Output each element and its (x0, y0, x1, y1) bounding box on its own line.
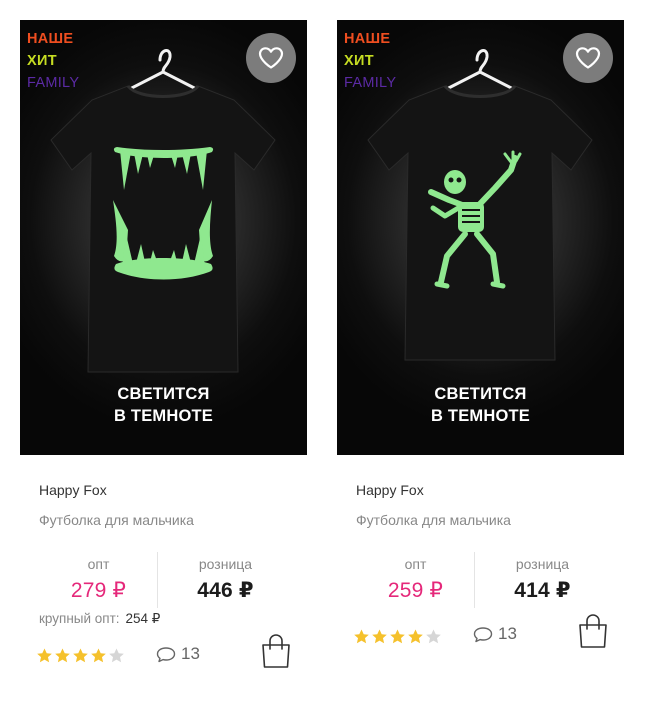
star-filled-icon (55, 648, 70, 663)
badge-family: FAMILY (344, 75, 397, 91)
star-filled-icon (37, 648, 52, 663)
favorite-button[interactable] (246, 33, 296, 83)
reviews-count: 13 (498, 624, 517, 643)
retail-label: розница (198, 556, 253, 572)
favorite-button[interactable] (563, 33, 613, 83)
bulk-price: крупный опт: 254 ₽ (39, 611, 160, 627)
product-badges: НАШЕ ХИТ FAMILY (344, 28, 396, 94)
reviews-link[interactable]: 13 (473, 624, 517, 644)
star-filled-icon (390, 629, 405, 644)
wholesale-value: 279 ₽ (70, 579, 127, 602)
wholesale-price: опт 259 ₽ (347, 550, 484, 603)
caption-line-1: СВЕТИТСЯ (117, 385, 210, 403)
reviews-link[interactable]: 13 (156, 644, 200, 664)
badge-hit: ХИТ (344, 53, 374, 69)
product-image[interactable]: НАШЕ ХИТ FAMILY СВЕТИТСЯ В ТЕМНОТЕ (337, 20, 624, 455)
promo-caption: СВЕТИТСЯ В ТЕМНОТЕ (337, 383, 624, 427)
shopping-bag-icon[interactable] (577, 613, 609, 649)
wholesale-label: опт (404, 556, 427, 572)
caption-line-1: СВЕТИТСЯ (434, 385, 527, 403)
star-filled-icon (408, 629, 423, 644)
caption-line-2: В ТЕМНОТЕ (114, 407, 213, 425)
wholesale-price: опт 279 ₽ (30, 550, 167, 603)
rating-stars (36, 647, 125, 664)
wholesale-value: 259 ₽ (387, 579, 444, 602)
shopping-bag-icon[interactable] (260, 633, 292, 669)
star-empty-icon (426, 629, 441, 644)
star-filled-icon (91, 648, 106, 663)
retail-price: розница 414 ₽ (474, 550, 611, 603)
wholesale-label: опт (87, 556, 110, 572)
promo-caption: СВЕТИТСЯ В ТЕМНОТЕ (20, 383, 307, 427)
reviews-count: 13 (181, 644, 200, 663)
heart-icon (575, 47, 601, 69)
star-empty-icon (109, 648, 124, 663)
product-card[interactable]: НАШЕ ХИТ FAMILY СВЕТИТСЯ В ТЕМНОТЕ Happy… (20, 20, 308, 668)
bulk-label: крупный опт: (39, 611, 120, 626)
star-filled-icon (354, 629, 369, 644)
comment-icon (156, 646, 176, 662)
heart-icon (258, 47, 284, 69)
star-filled-icon (372, 629, 387, 644)
product-title[interactable]: Футболка для мальчика (356, 512, 511, 528)
caption-line-2: В ТЕМНОТЕ (431, 407, 530, 425)
product-brand[interactable]: Happy Fox (356, 482, 424, 498)
retail-value: 414 ₽ (514, 579, 571, 602)
product-title[interactable]: Футболка для мальчика (39, 512, 194, 528)
product-card[interactable]: НАШЕ ХИТ FAMILY СВЕТИТСЯ В ТЕМНОТЕ Happy… (337, 20, 625, 648)
badge-family: FAMILY (27, 75, 80, 91)
rating-stars (353, 628, 442, 645)
bulk-value: 254 ₽ (125, 611, 161, 626)
badge-nashe: НАШЕ (344, 31, 391, 47)
comment-icon (473, 626, 493, 642)
badge-hit: ХИТ (27, 53, 57, 69)
product-badges: НАШЕ ХИТ FAMILY (27, 28, 79, 94)
retail-label: розница (515, 556, 570, 572)
retail-price: розница 446 ₽ (157, 550, 294, 603)
product-image[interactable]: НАШЕ ХИТ FAMILY СВЕТИТСЯ В ТЕМНОТЕ (20, 20, 307, 455)
badge-nashe: НАШЕ (27, 31, 74, 47)
retail-value: 446 ₽ (197, 579, 254, 602)
product-brand[interactable]: Happy Fox (39, 482, 107, 498)
star-filled-icon (73, 648, 88, 663)
